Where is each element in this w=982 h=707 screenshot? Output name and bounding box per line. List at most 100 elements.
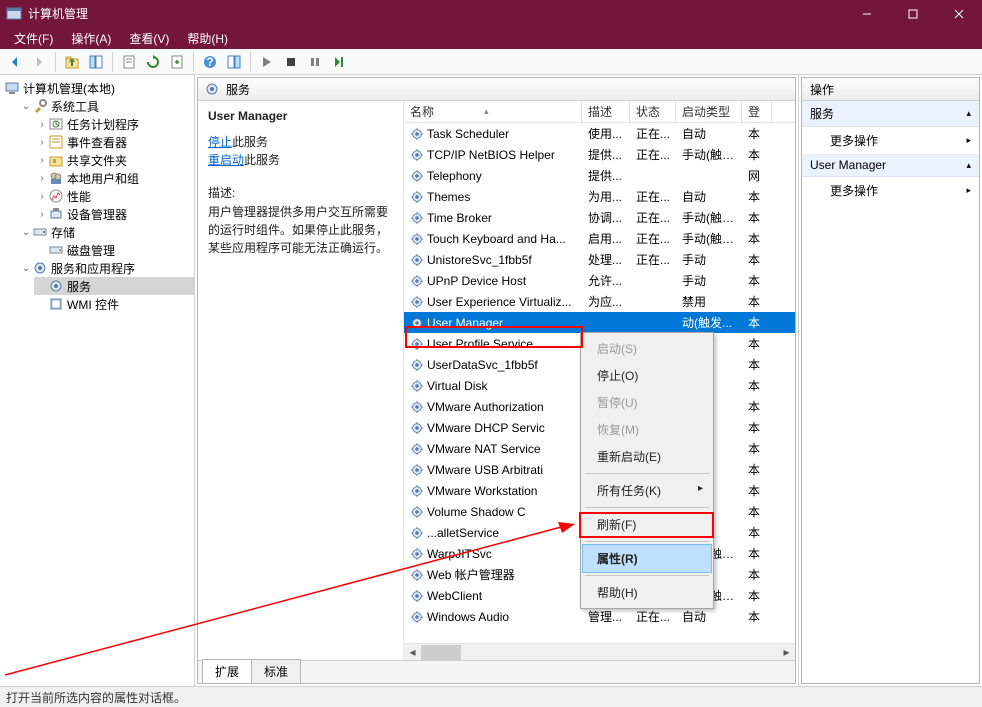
caret-down-icon[interactable]: ⌄ (20, 263, 32, 274)
scroll-left-icon[interactable]: ◂ (404, 644, 421, 661)
list-item[interactable]: Touch Keyboard and Ha...启用...正在...手动(触发.… (404, 228, 795, 249)
gear-icon (410, 484, 424, 498)
gear-icon (410, 400, 424, 414)
horizontal-scrollbar[interactable]: ◂ ▸ (404, 643, 795, 660)
list-item[interactable]: Telephony提供...网 (404, 165, 795, 186)
collapse-icon: ▴ (966, 108, 971, 119)
col-name[interactable]: 名称▴ (404, 101, 582, 122)
desc-label: 描述: (208, 184, 393, 201)
list-item[interactable]: User Experience Virtualiz...为应...禁用本 (404, 291, 795, 312)
refresh-button[interactable] (142, 51, 164, 73)
nav-back-button[interactable] (4, 51, 26, 73)
gear-icon (410, 127, 424, 141)
gear-icon (410, 169, 424, 183)
gear-icon (410, 232, 424, 246)
col-desc[interactable]: 描述 (582, 101, 630, 122)
caret-right-icon[interactable]: › (36, 155, 48, 166)
close-button[interactable] (936, 0, 982, 27)
scroll-right-icon[interactable]: ▸ (778, 644, 795, 661)
gear-icon (410, 505, 424, 519)
menu-view[interactable]: 查看(V) (121, 28, 177, 49)
view-tabs: 扩展 标准 (198, 660, 795, 683)
menu-file[interactable]: 文件(F) (6, 28, 61, 49)
tree-item[interactable]: ›性能 (34, 187, 194, 205)
restart-button[interactable] (328, 51, 350, 73)
actions-pane: 操作 服务▴ 更多操作▸ User Manager▴ 更多操作▸ (799, 75, 982, 686)
action-group-services[interactable]: 服务▴ (802, 101, 979, 127)
gear-icon (410, 379, 424, 393)
show-hide-tree-button[interactable] (85, 51, 107, 73)
list-item[interactable]: UPnP Device Host允许...手动本 (404, 270, 795, 291)
tree-item[interactable]: ›共享文件夹 (34, 151, 194, 169)
ctx-restart[interactable]: 重新启动(E) (583, 443, 711, 470)
col-logon[interactable]: 登 (742, 101, 772, 122)
result-pane-header: 服务 (198, 78, 795, 101)
tree-root[interactable]: 计算机管理(本地) (2, 79, 194, 97)
actions-title: 操作 (802, 78, 979, 101)
tree-item[interactable]: 服务 (34, 277, 194, 295)
gear-icon (410, 568, 424, 582)
list-item[interactable]: Windows Audio管理...正在...自动本 (404, 606, 795, 627)
action-group-usermanager[interactable]: User Manager▴ (802, 154, 979, 177)
tree-system-tools[interactable]: ⌄ 系统工具 (18, 97, 194, 115)
col-status[interactable]: 状态 (630, 101, 676, 122)
tree-item[interactable]: ›事件查看器 (34, 133, 194, 151)
menu-action[interactable]: 操作(A) (63, 28, 119, 49)
caret-right-icon[interactable]: › (36, 137, 48, 148)
menu-help[interactable]: 帮助(H) (179, 28, 236, 49)
ctx-refresh[interactable]: 刷新(F) (583, 511, 711, 538)
action-more-2[interactable]: 更多操作▸ (802, 177, 979, 204)
tab-extended[interactable]: 扩展 (202, 659, 252, 683)
export-button[interactable] (166, 51, 188, 73)
caret-right-icon[interactable]: › (36, 209, 48, 220)
list-item[interactable]: UnistoreSvc_1fbb5f处理...正在...手动本 (404, 249, 795, 270)
list-item[interactable]: User Manager动(触发...本 (404, 312, 795, 333)
properties-button[interactable] (118, 51, 140, 73)
tree-storage[interactable]: ⌄ 存储 (18, 223, 194, 241)
up-button[interactable] (61, 51, 83, 73)
show-hide-action-button[interactable] (223, 51, 245, 73)
gear-icon (410, 148, 424, 162)
tree-item[interactable]: WMI 控件 (34, 295, 194, 313)
caret-right-icon[interactable]: › (36, 191, 48, 202)
tree-services-apps[interactable]: ⌄ 服务和应用程序 (18, 259, 194, 277)
list-item[interactable]: Time Broker协调...正在...手动(触发...本 (404, 207, 795, 228)
caret-right-icon[interactable]: › (36, 119, 48, 130)
restart-link[interactable]: 重启动 (208, 153, 244, 167)
stop-button[interactable] (280, 51, 302, 73)
gear-icon (410, 421, 424, 435)
ctx-all-tasks[interactable]: 所有任务(K)▸ (583, 477, 711, 504)
caret-down-icon[interactable]: ⌄ (20, 101, 32, 112)
tree-item[interactable]: 磁盘管理 (34, 241, 194, 259)
stop-link[interactable]: 停止 (208, 135, 232, 149)
gear-icon (410, 463, 424, 477)
tree-item-icon (48, 116, 64, 132)
list-item[interactable]: Task Scheduler使用...正在...自动本 (404, 123, 795, 144)
tree-item[interactable]: ›任务计划程序 (34, 115, 194, 133)
list-item[interactable]: Themes为用...正在...自动本 (404, 186, 795, 207)
help-button[interactable]: ? (199, 51, 221, 73)
caret-right-icon[interactable]: › (36, 173, 48, 184)
minimize-button[interactable] (844, 0, 890, 27)
ctx-properties[interactable]: 属性(R) (583, 545, 711, 572)
list-item[interactable]: TCP/IP NetBIOS Helper提供...正在...手动(触发...本 (404, 144, 795, 165)
play-button[interactable] (256, 51, 278, 73)
col-starttype[interactable]: 启动类型 (676, 101, 742, 122)
console-tree: 计算机管理(本地) ⌄ 系统工具 ›任务计划程序›事件查看器›共享文件夹›本地用… (0, 75, 195, 686)
ctx-help[interactable]: 帮助(H) (583, 579, 711, 606)
pause-button[interactable] (304, 51, 326, 73)
submenu-icon: ▸ (698, 483, 703, 494)
tab-standard[interactable]: 标准 (251, 659, 301, 683)
nav-forward-button[interactable] (28, 51, 50, 73)
tree-item[interactable]: ›本地用户和组 (34, 169, 194, 187)
status-bar: 打开当前所选内容的属性对话框。 (0, 686, 982, 707)
scroll-thumb[interactable] (421, 645, 461, 660)
menu-bar: 文件(F) 操作(A) 查看(V) 帮助(H) (0, 27, 982, 49)
submenu-icon: ▸ (966, 135, 971, 146)
tree-item[interactable]: ›设备管理器 (34, 205, 194, 223)
submenu-icon: ▸ (966, 185, 971, 196)
caret-down-icon[interactable]: ⌄ (20, 227, 32, 238)
maximize-button[interactable] (890, 0, 936, 27)
ctx-stop[interactable]: 停止(O) (583, 362, 711, 389)
action-more-1[interactable]: 更多操作▸ (802, 127, 979, 154)
